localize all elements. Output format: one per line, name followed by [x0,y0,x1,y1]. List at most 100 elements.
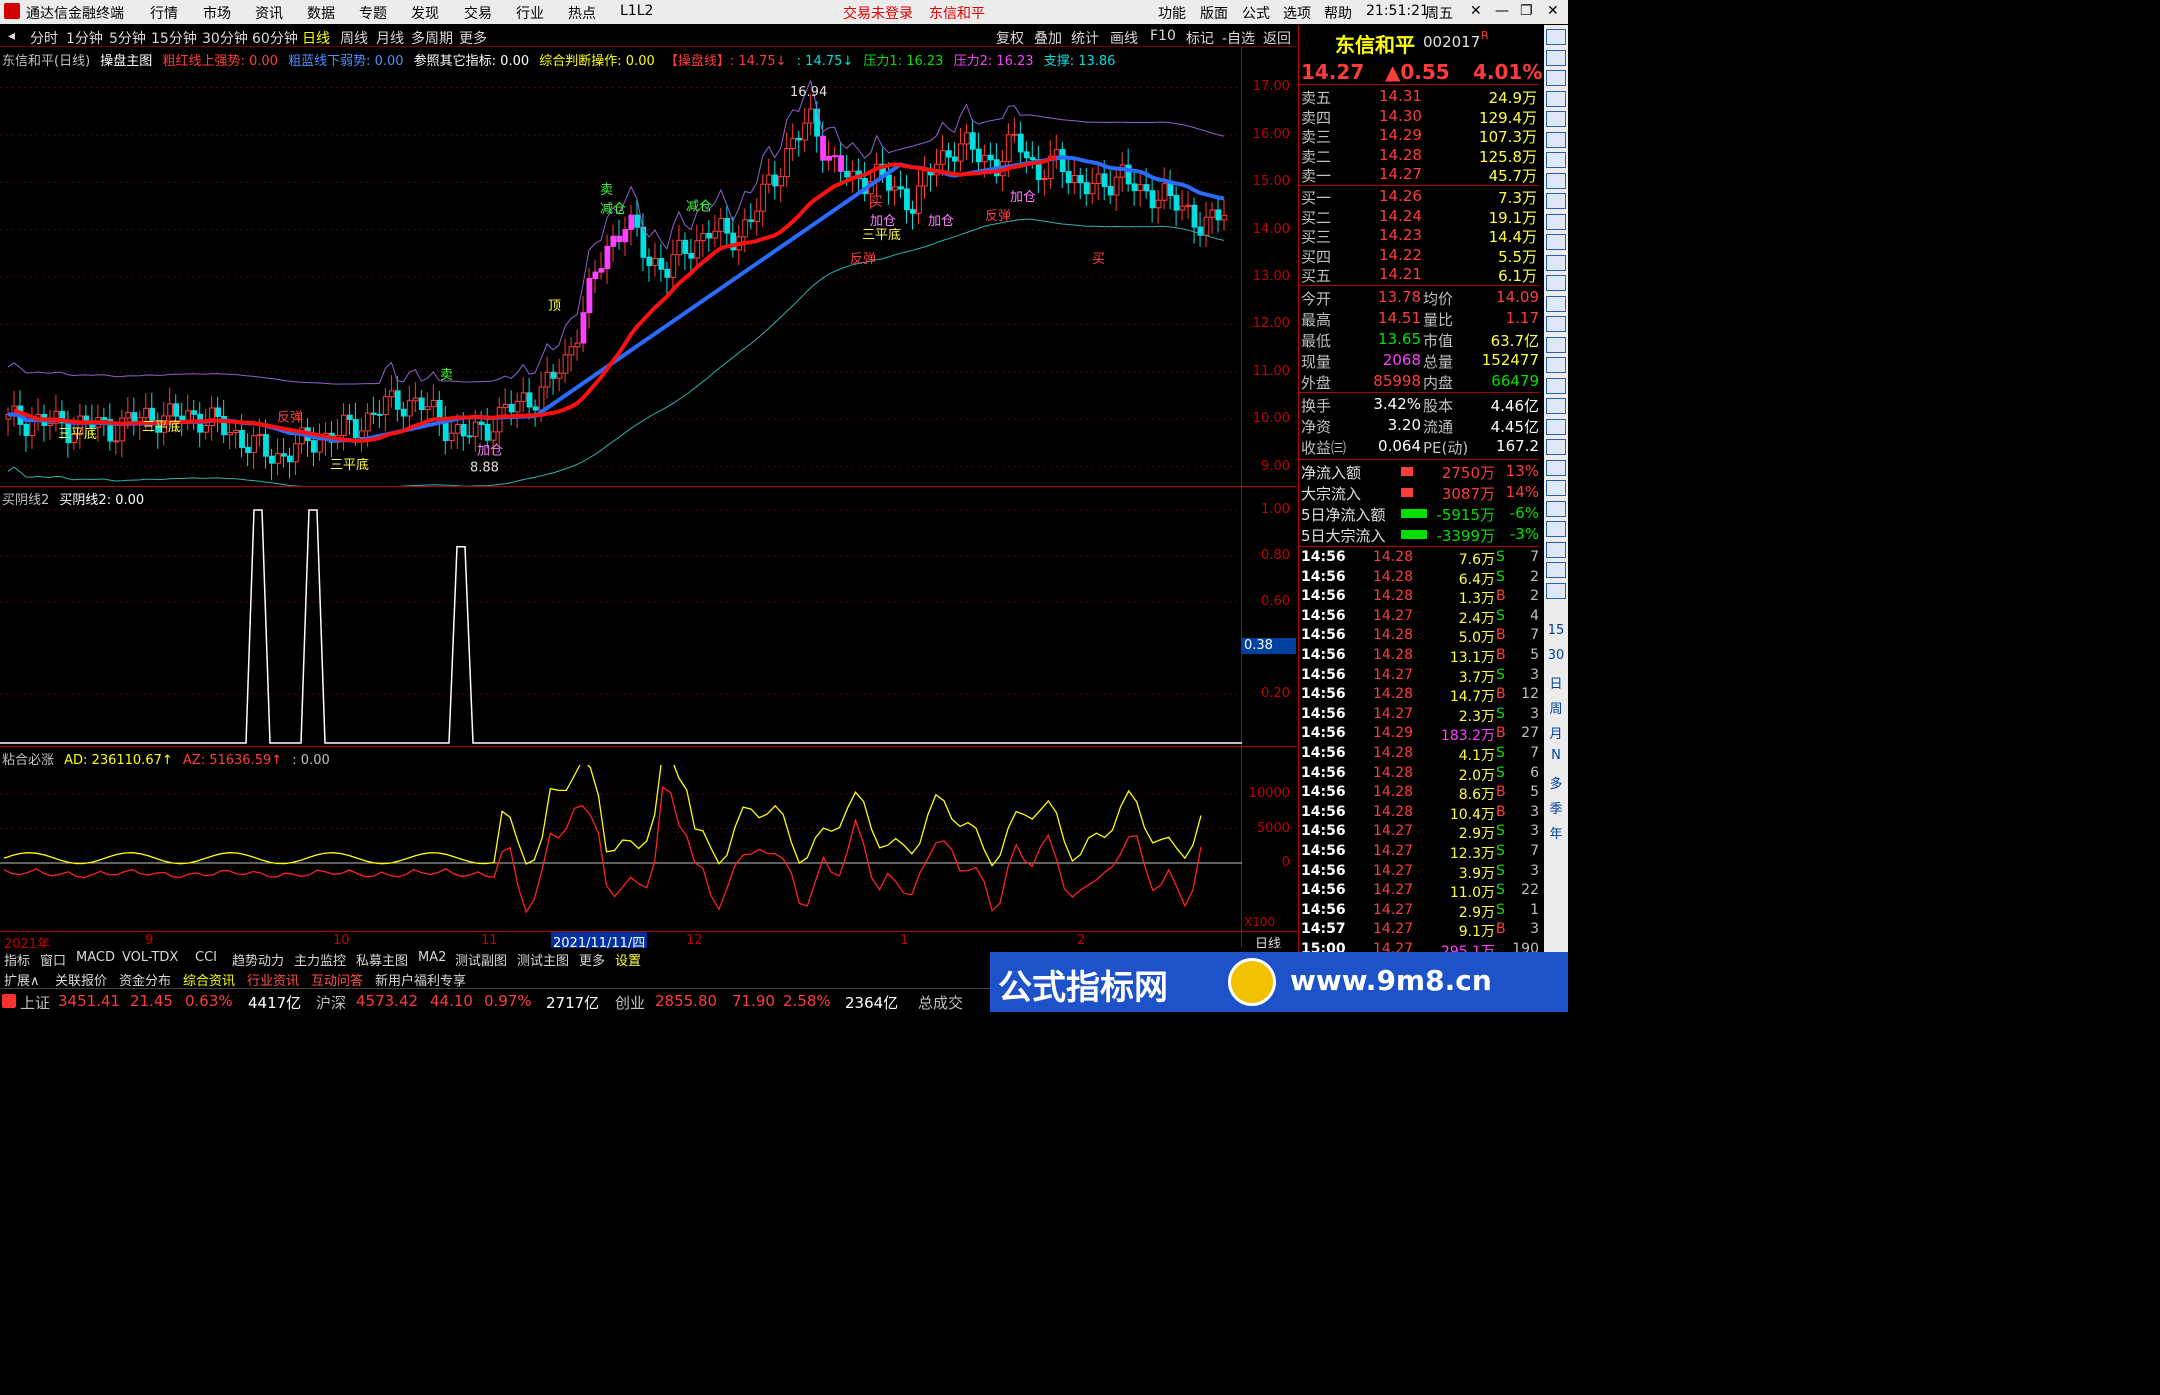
side-tab-3[interactable]: 周 [1546,698,1566,717]
indicator-tab-7[interactable]: 私募主图 [356,950,408,969]
indicator-tab-1[interactable]: 窗口 [40,950,66,969]
menu-redian[interactable]: 热点 [568,3,596,23]
tick-row[interactable]: 14:56 14.27 2.3万 S 3 [1299,706,1539,725]
ad-banner[interactable]: 公式指标网 www.9m8.cn [990,952,1568,1012]
tick-row[interactable]: 14:56 14.28 6.4万 S 2 [1299,569,1539,588]
tick-row[interactable]: 14:57 14.27 9.1万 B 3 [1299,921,1539,940]
tick-row[interactable]: 14:56 14.27 3.7万 S 3 [1299,667,1539,686]
side-tool-icon[interactable] [1546,213,1566,230]
tick-row[interactable]: 14:56 14.27 12.3万 S 7 [1299,843,1539,862]
tick-row[interactable]: 14:56 14.27 3.9万 S 3 [1299,863,1539,882]
info-tab-0[interactable]: 扩展∧ [4,970,40,989]
tick-row[interactable]: 14:56 14.28 5.0万 B 7 [1299,627,1539,646]
menu-banmian[interactable]: 版面 [1200,3,1228,23]
side-tool-icon[interactable] [1546,377,1566,394]
indicator-tab-5[interactable]: 趋势动力 [232,950,284,969]
info-tab-3[interactable]: 综合资讯 [183,970,235,989]
indicator-tab-11[interactable]: 更多 [579,950,605,969]
back-icon[interactable]: ◂ [8,28,15,44]
side-tab-5[interactable]: N [1546,748,1566,763]
tab-multi[interactable]: 多周期 [411,28,453,48]
side-tool-icon[interactable] [1546,29,1566,45]
tick-row[interactable]: 14:56 14.29 183.2万 B 27 [1299,725,1539,744]
side-tool-icon[interactable] [1546,254,1566,271]
side-tool-icon[interactable] [1546,193,1566,209]
info-tab-6[interactable]: 新用户福利专享 [375,970,466,989]
side-tab-4[interactable]: 月 [1546,723,1566,742]
minimize-icon[interactable]: — [1495,3,1509,19]
side-tool-icon[interactable] [1546,480,1566,496]
tab-daily[interactable]: 日线 [302,28,330,48]
tick-row[interactable]: 14:56 14.27 11.0万 S 22 [1299,882,1539,901]
side-tab-7[interactable]: 季 [1546,798,1566,817]
tab-fenshi[interactable]: 分时 [30,28,58,48]
side-tab-8[interactable]: 年 [1546,823,1566,842]
info-tab-2[interactable]: 资金分布 [119,970,171,989]
side-tool-icon[interactable] [1546,500,1566,517]
side-tab-2[interactable]: 日 [1546,673,1566,692]
info-tab-1[interactable]: 关联报价 [55,970,107,989]
indicator-tab-3[interactable]: VOL-TDX [122,950,178,965]
side-tool-icon[interactable] [1546,541,1566,558]
menu-jiaoyi[interactable]: 交易 [464,3,492,23]
btn-diejia[interactable]: 叠加 [1034,28,1062,48]
sh-label[interactable]: 上证 [20,992,50,1013]
menu-hangqing[interactable]: 行情 [150,3,178,23]
btn-tongji[interactable]: 统计 [1071,28,1099,48]
menu-xuanxiang[interactable]: 选项 [1283,3,1311,23]
menu-l1l2[interactable]: L1L2 [620,3,653,19]
side-tool-icon[interactable] [1546,562,1566,578]
tab-1min[interactable]: 1分钟 [66,28,103,48]
side-tool-icon[interactable] [1546,70,1566,86]
side-tab-1[interactable]: 30 [1546,648,1566,663]
close-icon[interactable]: ✕ [1470,3,1482,19]
menu-bangzhu[interactable]: 帮助 [1324,3,1352,23]
menu-gongneng[interactable]: 功能 [1158,3,1186,23]
menu-hangye[interactable]: 行业 [516,3,544,23]
indicator-tab-4[interactable]: CCI [195,950,217,965]
btn-fanhui[interactable]: 返回 [1263,28,1291,48]
side-tab-6[interactable]: 多 [1546,773,1566,792]
info-tab-4[interactable]: 行业资讯 [247,970,299,989]
side-tool-icon[interactable] [1546,90,1566,107]
menu-gongshi[interactable]: 公式 [1242,3,1270,23]
tick-row[interactable]: 14:56 14.27 2.9万 S 3 [1299,823,1539,842]
indicator-tab-10[interactable]: 测试主图 [517,950,569,969]
indicator-tab-9[interactable]: 测试副图 [455,950,507,969]
menu-shichang[interactable]: 市场 [203,3,231,23]
side-tab-0[interactable]: 15 [1546,623,1566,638]
btn-biaoji[interactable]: 标记 [1186,28,1214,48]
tab-5min[interactable]: 5分钟 [109,28,146,48]
cy-label[interactable]: 创业 [615,992,645,1013]
indicator-tab-12[interactable]: 设置 [615,950,641,969]
candlestick-chart[interactable]: 三平底 三平底三平底反弹反弹反弹三平底加仓加仓 加仓加仓减仓 减仓卖卖买买顶16.94… [0,68,1242,486]
btn-huaxian[interactable]: 画线 [1110,28,1138,48]
side-tool-icon[interactable] [1546,131,1566,148]
indicator-tab-0[interactable]: 指标 [4,950,30,969]
menu-zixun[interactable]: 资讯 [255,3,283,23]
side-tool-icon[interactable] [1546,336,1566,353]
side-tool-icon[interactable] [1546,172,1566,189]
side-tool-icon[interactable] [1546,152,1566,168]
tab-weekly[interactable]: 周线 [340,28,368,48]
tick-row[interactable]: 14:56 14.27 2.4万 S 4 [1299,608,1539,627]
menu-faxian[interactable]: 发现 [411,3,439,23]
tick-row[interactable]: 14:56 14.27 2.9万 S 1 [1299,902,1539,921]
side-tool-icon[interactable] [1546,521,1566,537]
tab-monthly[interactable]: 月线 [376,28,404,48]
tick-row[interactable]: 14:56 14.28 1.3万 B 2 [1299,588,1539,607]
formula-name[interactable]: 操盘主图 [100,54,152,69]
tab-more[interactable]: 更多 [459,28,487,48]
tab-15min[interactable]: 15分钟 [151,28,197,48]
tab-30min[interactable]: 30分钟 [202,28,248,48]
login-status[interactable]: 交易未登录 [843,3,913,23]
side-tool-icon[interactable] [1546,418,1566,435]
tab-60min[interactable]: 60分钟 [252,28,298,48]
menu-zhuanti[interactable]: 专题 [359,3,387,23]
indicator2-chart[interactable] [0,765,1242,930]
maximize-icon[interactable]: ❐ [1520,3,1533,19]
side-tool-icon[interactable] [1546,398,1566,414]
side-tool-icon[interactable] [1546,357,1566,373]
indicator1-chart[interactable] [0,505,1242,745]
hs-label[interactable]: 沪深 [316,992,346,1013]
